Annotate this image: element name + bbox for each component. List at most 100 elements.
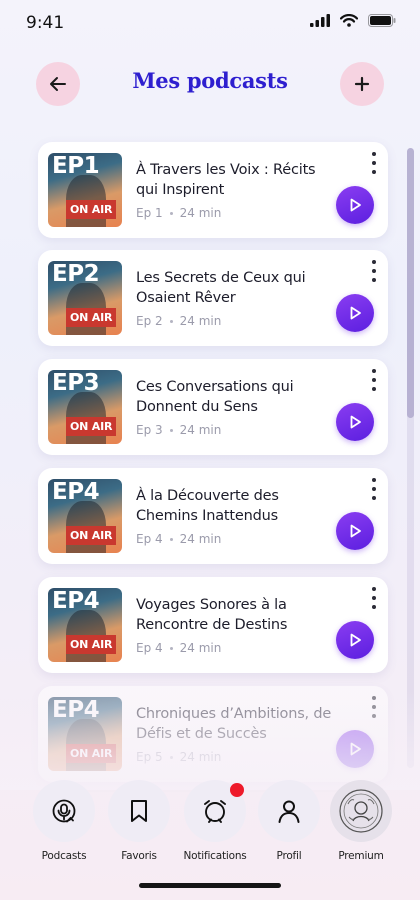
nav-favoris[interactable]: Favoris bbox=[104, 780, 174, 862]
more-options-button[interactable] bbox=[370, 696, 378, 718]
nav-notifications-button[interactable] bbox=[184, 780, 246, 842]
episode-meta: Ep 5 24 min bbox=[136, 750, 221, 764]
episode-duration: 24 min bbox=[179, 314, 222, 328]
nav-podcasts[interactable]: Podcasts bbox=[29, 780, 99, 862]
episode-thumbnail: EP2 ON AIR bbox=[48, 261, 122, 335]
episode-number: Ep 2 bbox=[136, 314, 163, 328]
episode-card[interactable]: EP1 ON AIR À Travers les Voix : Récits q… bbox=[38, 142, 388, 238]
episode-code: EP1 bbox=[52, 153, 100, 179]
alarm-clock-icon bbox=[204, 800, 226, 823]
home-indicator bbox=[139, 883, 281, 888]
nav-notifications[interactable]: Notifications bbox=[180, 780, 250, 862]
add-podcast-button[interactable] bbox=[340, 62, 384, 106]
status-icons bbox=[310, 14, 396, 27]
nav-premium[interactable]: Premium bbox=[326, 780, 396, 862]
episode-title: Voyages Sonores à la Rencontre de Destin… bbox=[136, 597, 288, 633]
nav-profil-label: Profil bbox=[276, 850, 302, 862]
episode-title: À la Découverte des Chemins Inattendus bbox=[136, 488, 279, 524]
play-icon bbox=[350, 742, 361, 756]
episode-title: À Travers les Voix : Récits qui Inspiren… bbox=[136, 162, 316, 198]
signal-icon bbox=[310, 14, 330, 27]
play-button[interactable] bbox=[336, 512, 374, 550]
separator-dot bbox=[169, 755, 173, 759]
episode-code: EP4 bbox=[52, 588, 100, 614]
episode-duration: 24 min bbox=[179, 750, 222, 764]
episode-title: Ces Conversations qui Donnent du Sens bbox=[136, 379, 294, 415]
plus-icon bbox=[354, 76, 370, 92]
play-button[interactable] bbox=[336, 730, 374, 768]
play-button[interactable] bbox=[336, 621, 374, 659]
episode-code: EP4 bbox=[52, 697, 100, 723]
more-options-button[interactable] bbox=[370, 260, 378, 282]
nav-premium-button[interactable] bbox=[330, 780, 392, 842]
nav-podcasts-button[interactable] bbox=[33, 780, 95, 842]
podcast-icon bbox=[52, 799, 76, 823]
episode-card[interactable]: EP4 ON AIR Chroniques d’Ambitions, de Dé… bbox=[38, 686, 388, 782]
episode-meta: Ep 1 24 min bbox=[136, 206, 221, 220]
separator-dot bbox=[169, 319, 173, 323]
episode-thumbnail: EP1 ON AIR bbox=[48, 153, 122, 227]
episode-meta: Ep 4 24 min bbox=[136, 641, 221, 655]
episode-card[interactable]: EP2 ON AIR Les Secrets de Ceux qui Osaie… bbox=[38, 250, 388, 346]
scrollbar-thumb[interactable] bbox=[407, 148, 414, 418]
play-icon bbox=[350, 198, 361, 212]
nav-premium-label: Premium bbox=[338, 850, 384, 862]
more-options-button[interactable] bbox=[370, 152, 378, 174]
scrollbar[interactable] bbox=[407, 148, 414, 768]
more-options-button[interactable] bbox=[370, 478, 378, 500]
play-icon bbox=[350, 306, 361, 320]
episode-thumbnail: EP4 ON AIR bbox=[48, 588, 122, 662]
episode-thumbnail: EP3 ON AIR bbox=[48, 370, 122, 444]
episode-duration: 24 min bbox=[179, 423, 222, 437]
play-button[interactable] bbox=[336, 403, 374, 441]
episode-card[interactable]: EP3 ON AIR Ces Conversations qui Donnent… bbox=[38, 359, 388, 455]
bottom-nav: Podcasts Favoris Notifications Profil Pr… bbox=[0, 780, 420, 870]
on-air-badge: ON AIR bbox=[66, 308, 117, 327]
separator-dot bbox=[169, 646, 173, 650]
episode-number: Ep 4 bbox=[136, 532, 163, 546]
on-air-badge: ON AIR bbox=[66, 744, 117, 763]
episode-thumbnail: EP4 ON AIR bbox=[48, 479, 122, 553]
crest-emblem-icon bbox=[339, 789, 383, 833]
user-icon bbox=[278, 800, 300, 823]
episode-title: Chroniques d’Ambitions, de Défis et de S… bbox=[136, 706, 332, 742]
separator-dot bbox=[169, 428, 173, 432]
episode-number: Ep 4 bbox=[136, 641, 163, 655]
play-button[interactable] bbox=[336, 186, 374, 224]
nav-profil[interactable]: Profil bbox=[254, 780, 324, 862]
episode-meta: Ep 4 24 min bbox=[136, 532, 221, 546]
episode-duration: 24 min bbox=[179, 206, 222, 220]
episode-card[interactable]: EP4 ON AIR À la Découverte des Chemins I… bbox=[38, 468, 388, 564]
play-icon bbox=[350, 524, 361, 538]
separator-dot bbox=[169, 211, 173, 215]
episode-number: Ep 1 bbox=[136, 206, 163, 220]
play-icon bbox=[350, 415, 361, 429]
on-air-badge: ON AIR bbox=[66, 417, 117, 436]
episode-number: Ep 5 bbox=[136, 750, 163, 764]
notification-badge bbox=[230, 783, 244, 797]
episode-code: EP2 bbox=[52, 261, 100, 287]
bookmark-icon bbox=[131, 800, 147, 822]
on-air-badge: ON AIR bbox=[66, 526, 117, 545]
on-air-badge: ON AIR bbox=[66, 635, 117, 654]
play-icon bbox=[350, 633, 361, 647]
nav-profil-button[interactable] bbox=[258, 780, 320, 842]
play-button[interactable] bbox=[336, 294, 374, 332]
nav-podcasts-label: Podcasts bbox=[41, 850, 87, 862]
on-air-badge: ON AIR bbox=[66, 200, 117, 219]
wifi-icon bbox=[340, 14, 358, 27]
episode-duration: 24 min bbox=[179, 532, 222, 546]
status-time: 9:41 bbox=[26, 13, 65, 33]
episode-code: EP4 bbox=[52, 479, 100, 505]
episode-code: EP3 bbox=[52, 370, 100, 396]
more-options-button[interactable] bbox=[370, 587, 378, 609]
episode-title: Les Secrets de Ceux qui Osaient Rêver bbox=[136, 270, 306, 306]
episode-meta: Ep 3 24 min bbox=[136, 423, 221, 437]
episode-duration: 24 min bbox=[179, 641, 222, 655]
separator-dot bbox=[169, 537, 173, 541]
episode-card[interactable]: EP4 ON AIR Voyages Sonores à la Rencontr… bbox=[38, 577, 388, 673]
nav-favoris-button[interactable] bbox=[108, 780, 170, 842]
episode-number: Ep 3 bbox=[136, 423, 163, 437]
more-options-button[interactable] bbox=[370, 369, 378, 391]
episode-meta: Ep 2 24 min bbox=[136, 314, 221, 328]
